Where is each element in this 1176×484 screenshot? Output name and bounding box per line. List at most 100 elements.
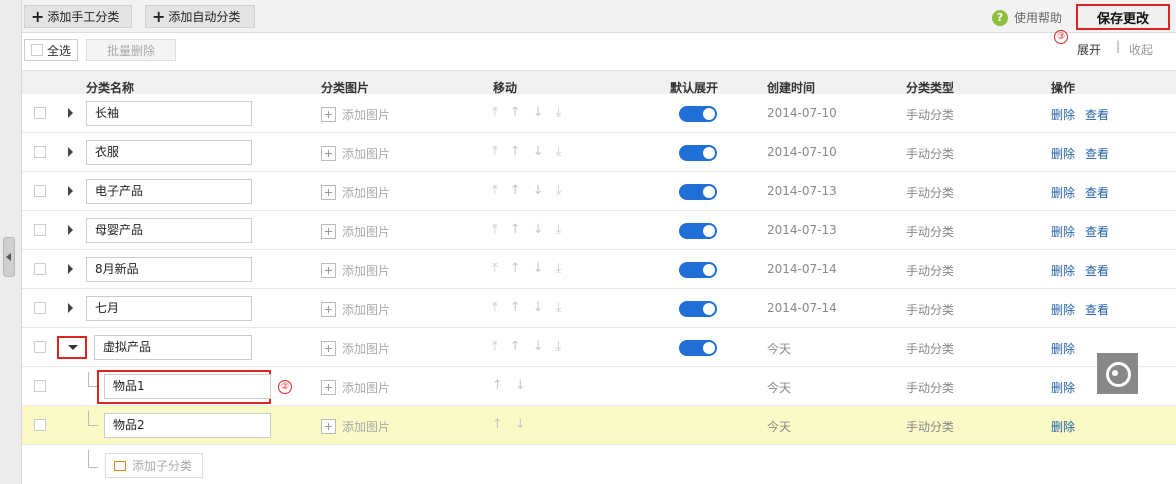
- move-up-icon[interactable]: ↑: [510, 261, 521, 276]
- row-checkbox[interactable]: [34, 380, 46, 392]
- move-up-icon[interactable]: ↑: [510, 222, 521, 237]
- move-top-icon[interactable]: ⤒: [492, 339, 498, 354]
- move-down-icon[interactable]: ↓: [533, 339, 544, 354]
- move-down-icon[interactable]: ↓: [533, 300, 544, 315]
- expand-arrow-icon[interactable]: [68, 186, 73, 196]
- collapse-panel-handle[interactable]: [3, 237, 15, 277]
- category-name-input[interactable]: 电子产品: [86, 179, 252, 204]
- expand-arrow-icon[interactable]: [68, 264, 73, 274]
- move-up-icon[interactable]: ↑: [510, 339, 521, 354]
- expand-all-link[interactable]: 展开: [1077, 41, 1101, 58]
- move-up-icon[interactable]: ↑: [492, 378, 503, 393]
- delete-link[interactable]: 删除: [1051, 147, 1075, 161]
- default-expand-toggle[interactable]: [679, 262, 717, 278]
- subcategory-name-input[interactable]: 物品2: [104, 413, 271, 438]
- move-bottom-icon[interactable]: ⤓: [556, 144, 562, 159]
- delete-link[interactable]: 删除: [1051, 264, 1075, 278]
- default-expand-toggle[interactable]: [679, 340, 717, 356]
- add-image-button[interactable]: 添加图片: [321, 418, 390, 435]
- view-link[interactable]: 查看: [1085, 225, 1109, 239]
- select-all-checkbox[interactable]: [31, 44, 43, 56]
- delete-link[interactable]: 删除: [1051, 186, 1075, 200]
- category-name-input[interactable]: 母婴产品: [86, 218, 252, 243]
- move-top-icon[interactable]: ⤒: [492, 261, 498, 276]
- row-checkbox[interactable]: [34, 146, 46, 158]
- move-down-icon[interactable]: ↓: [533, 144, 544, 159]
- move-down-icon[interactable]: ↓: [533, 183, 544, 198]
- delete-link[interactable]: 删除: [1051, 303, 1075, 317]
- view-link[interactable]: 查看: [1085, 264, 1109, 278]
- move-bottom-icon[interactable]: ⤓: [556, 300, 562, 315]
- category-name-input[interactable]: 七月: [86, 296, 252, 321]
- move-top-icon[interactable]: ⤒: [492, 144, 498, 159]
- delete-link[interactable]: 删除: [1051, 225, 1075, 239]
- move-bottom-icon[interactable]: ⤓: [556, 339, 562, 354]
- collapse-all-link[interactable]: 收起: [1129, 41, 1153, 58]
- move-up-icon[interactable]: ↑: [510, 105, 521, 120]
- category-name-input[interactable]: 8月新品: [86, 257, 252, 282]
- add-image-button[interactable]: 添加图片: [321, 184, 390, 201]
- collapse-arrow-button[interactable]: [57, 336, 87, 359]
- default-expand-toggle[interactable]: [679, 223, 717, 239]
- add-manual-category-button[interactable]: + 添加手工分类: [24, 5, 132, 28]
- row-checkbox[interactable]: [34, 419, 46, 431]
- add-subcategory-button[interactable]: 添加子分类: [105, 453, 203, 478]
- subcategory-name-input[interactable]: 物品1: [104, 374, 271, 399]
- row-checkbox[interactable]: [34, 185, 46, 197]
- category-name-input[interactable]: 衣服: [86, 140, 252, 165]
- batch-delete-button[interactable]: 批量删除: [86, 39, 176, 61]
- move-bottom-icon[interactable]: ⤓: [556, 222, 562, 237]
- row-checkbox[interactable]: [34, 224, 46, 236]
- add-image-button[interactable]: 添加图片: [321, 145, 390, 162]
- select-all-button[interactable]: 全选: [24, 39, 78, 61]
- delete-link[interactable]: 删除: [1051, 420, 1075, 434]
- move-top-icon[interactable]: ⤒: [492, 300, 498, 315]
- add-image-button[interactable]: 添加图片: [321, 106, 390, 123]
- move-down-icon[interactable]: ↓: [515, 378, 526, 393]
- move-up-icon[interactable]: ↑: [492, 417, 503, 432]
- move-bottom-icon[interactable]: ⤓: [556, 183, 562, 198]
- help-link[interactable]: ? 使用帮助: [992, 9, 1062, 26]
- row-checkbox[interactable]: [34, 263, 46, 275]
- category-name-input[interactable]: 虚拟产品: [94, 335, 252, 360]
- move-up-icon[interactable]: ↑: [510, 183, 521, 198]
- move-down-icon[interactable]: ↓: [533, 105, 544, 120]
- add-image-button[interactable]: 添加图片: [321, 379, 390, 396]
- move-up-icon[interactable]: ↑: [510, 300, 521, 315]
- add-image-button[interactable]: 添加图片: [321, 340, 390, 357]
- expand-arrow-icon[interactable]: [68, 147, 73, 157]
- delete-link[interactable]: 删除: [1051, 342, 1075, 356]
- move-top-icon[interactable]: ⤒: [492, 222, 498, 237]
- move-top-icon[interactable]: ⤒: [492, 183, 498, 198]
- move-down-icon[interactable]: ↓: [533, 222, 544, 237]
- add-image-button[interactable]: 添加图片: [321, 223, 390, 240]
- add-image-button[interactable]: 添加图片: [321, 301, 390, 318]
- view-link[interactable]: 查看: [1085, 108, 1109, 122]
- add-auto-category-button[interactable]: + 添加自动分类: [145, 5, 255, 28]
- default-expand-toggle[interactable]: [679, 145, 717, 161]
- row-checkbox[interactable]: [34, 107, 46, 119]
- move-top-icon[interactable]: ⤒: [492, 105, 498, 120]
- move-up-icon[interactable]: ↑: [510, 144, 521, 159]
- expand-arrow-icon[interactable]: [68, 108, 73, 118]
- move-bottom-icon[interactable]: ⤓: [556, 261, 562, 276]
- default-expand-toggle[interactable]: [679, 106, 717, 122]
- category-name-input[interactable]: 长袖: [86, 101, 252, 126]
- save-changes-button[interactable]: 保存更改: [1076, 4, 1170, 30]
- view-link[interactable]: 查看: [1085, 303, 1109, 317]
- add-image-button[interactable]: 添加图片: [321, 262, 390, 279]
- default-expand-toggle[interactable]: [679, 301, 717, 317]
- default-expand-toggle[interactable]: [679, 184, 717, 200]
- view-link[interactable]: 查看: [1085, 147, 1109, 161]
- view-link[interactable]: 查看: [1085, 186, 1109, 200]
- move-down-icon[interactable]: ↓: [515, 417, 526, 432]
- expand-arrow-icon[interactable]: [68, 303, 73, 313]
- delete-link[interactable]: 删除: [1051, 108, 1075, 122]
- move-bottom-icon[interactable]: ⤓: [556, 105, 562, 120]
- delete-link[interactable]: 删除: [1051, 381, 1075, 395]
- expand-arrow-icon[interactable]: [68, 225, 73, 235]
- row-checkbox[interactable]: [34, 302, 46, 314]
- customer-service-icon[interactable]: [1097, 353, 1138, 394]
- row-checkbox[interactable]: [34, 341, 46, 353]
- move-down-icon[interactable]: ↓: [533, 261, 544, 276]
